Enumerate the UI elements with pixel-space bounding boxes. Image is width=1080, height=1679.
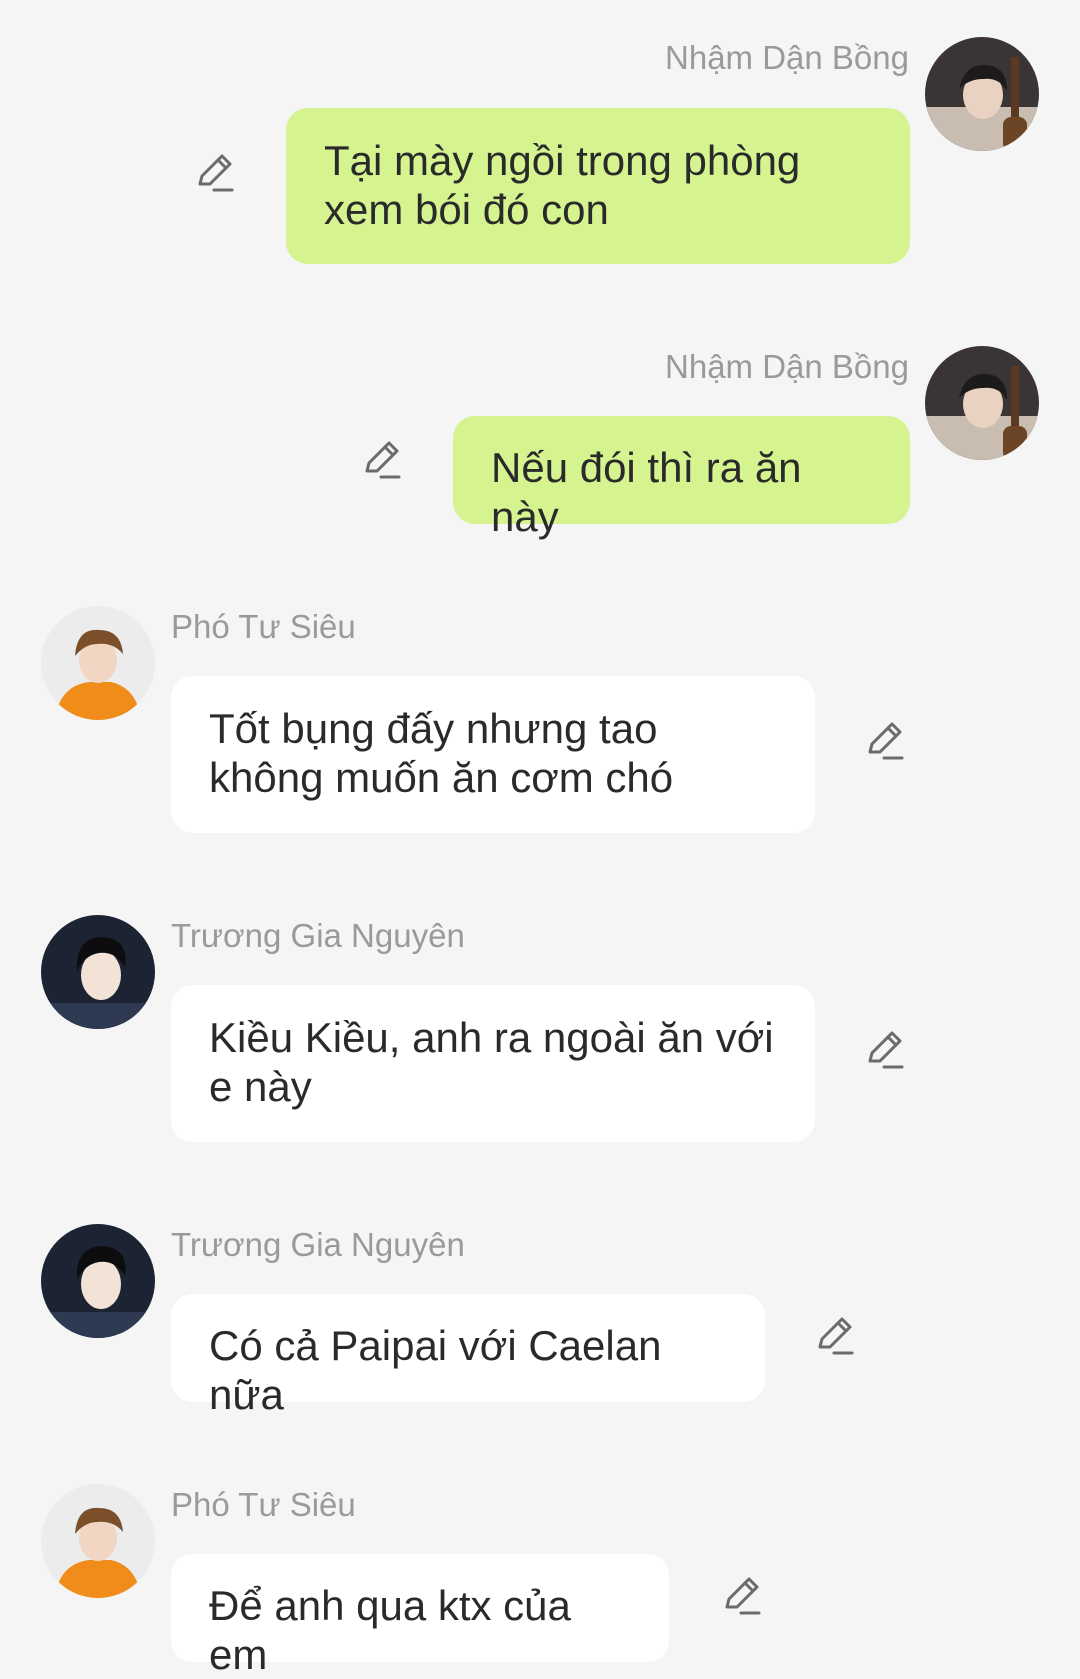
edit-icon[interactable]	[359, 437, 403, 481]
message-bubble[interactable]: Để anh qua ktx của em	[171, 1554, 669, 1678]
edit-icon[interactable]	[862, 718, 906, 762]
avatar[interactable]	[41, 1484, 155, 1598]
edit-icon[interactable]	[719, 1573, 763, 1617]
sender-name: Nhậm Dận Bồng	[665, 39, 909, 76]
message-bubble[interactable]: Nếu đói thì ra ăn này	[453, 416, 910, 540]
message-bubble[interactable]: Kiều Kiều, anh ra ngoài ăn với e này	[171, 985, 815, 1142]
avatar[interactable]	[41, 915, 155, 1029]
sender-name: Nhậm Dận Bồng	[665, 348, 909, 385]
edit-icon[interactable]	[192, 150, 236, 194]
message-bubble[interactable]: Tốt bụng đấy nhưng tao không muốn ăn cơm…	[171, 676, 815, 833]
avatar[interactable]	[41, 606, 155, 720]
sender-name: Phó Tư Siêu	[171, 608, 356, 645]
message-bubble[interactable]: Tại mày ngồi trong phòng xem bói đó con	[286, 108, 910, 264]
avatar[interactable]	[41, 1224, 155, 1338]
sender-name: Phó Tư Siêu	[171, 1486, 356, 1523]
avatar[interactable]	[925, 346, 1039, 460]
edit-icon[interactable]	[862, 1027, 906, 1071]
chat-thread[interactable]: Nhậm Dận Bồng Tại mày ngồi trong phòng x…	[0, 0, 1080, 1678]
sender-name: Trương Gia Nguyên	[171, 1226, 465, 1263]
avatar[interactable]	[925, 37, 1039, 151]
message-bubble[interactable]: Có cả Paipai với Caelan nữa	[171, 1294, 765, 1418]
sender-name: Trương Gia Nguyên	[171, 917, 465, 954]
edit-icon[interactable]	[812, 1313, 856, 1357]
